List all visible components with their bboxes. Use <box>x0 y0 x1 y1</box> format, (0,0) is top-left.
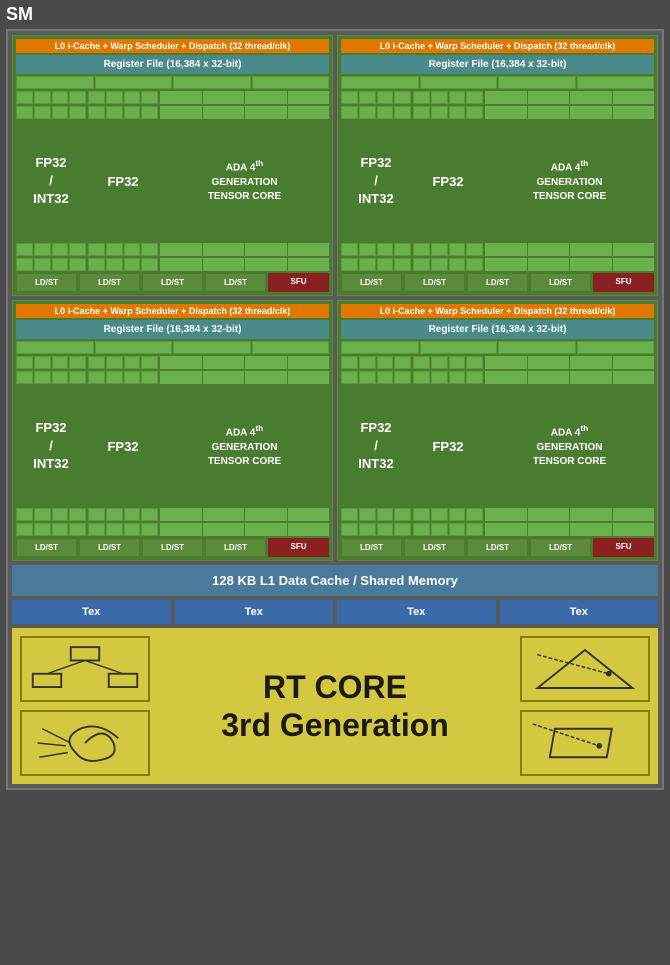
bvh-tree-icon <box>28 644 142 694</box>
ldst-3-q1: LD/ST <box>142 273 203 292</box>
fp32-int32-label-q2: FP32/INT32 <box>358 154 393 209</box>
quadrant-bottom-left: L0 i-Cache + Warp Scheduler + Dispatch (… <box>12 300 333 561</box>
ldst-1-q2: LD/ST <box>341 273 402 292</box>
quadrant-top-right: L0 i-Cache + Warp Scheduler + Dispatch (… <box>337 35 658 296</box>
l1-cache-bar: 128 KB L1 Data Cache / Shared Memory <box>12 565 658 596</box>
tex-4: Tex <box>500 600 659 624</box>
ldst-3-q3: LD/ST <box>142 538 203 557</box>
sfu-q3: SFU <box>268 538 329 557</box>
ada-label-q3: ADA 4thGENERATIONTENSOR CORE <box>208 423 281 468</box>
l0-header-q3: L0 i-Cache + Warp Scheduler + Dispatch (… <box>16 304 329 318</box>
sfu-q1: SFU <box>268 273 329 292</box>
quadrant-bottom-right: L0 i-Cache + Warp Scheduler + Dispatch (… <box>337 300 658 561</box>
ldst-3-q2: LD/ST <box>467 273 528 292</box>
rt-icon-box-tr <box>520 636 650 702</box>
ldst-4-q1: LD/ST <box>205 273 266 292</box>
ada-label-q2: ADA 4thGENERATIONTENSOR CORE <box>533 158 606 203</box>
sfu-q2: SFU <box>593 273 654 292</box>
fp32-int32-label-q4: FP32/INT32 <box>358 419 393 474</box>
ldst-2-q1: LD/ST <box>79 273 140 292</box>
l0-header-q1: L0 i-Cache + Warp Scheduler + Dispatch (… <box>16 39 329 53</box>
fp32-label-q4: FP32 <box>432 439 463 454</box>
l0-header-q4: L0 i-Cache + Warp Scheduler + Dispatch (… <box>341 304 654 318</box>
quadrants-grid: L0 i-Cache + Warp Scheduler + Dispatch (… <box>12 35 658 561</box>
ldst-2-q3: LD/ST <box>79 538 140 557</box>
quadrant-top-left: L0 i-Cache + Warp Scheduler + Dispatch (… <box>12 35 333 296</box>
ldst-2-q2: LD/ST <box>404 273 465 292</box>
outer-container: L0 i-Cache + Warp Scheduler + Dispatch (… <box>6 29 664 790</box>
register-file-q1: Register File (16,384 x 32-bit) <box>16 55 329 74</box>
rt-core-label: RT CORE 3rd Generation <box>150 668 520 745</box>
rt-core-section: RT CORE 3rd Generation <box>12 628 658 784</box>
register-file-q3: Register File (16,384 x 32-bit) <box>16 320 329 339</box>
ldst-4-q2: LD/ST <box>530 273 591 292</box>
ldst-3-q4: LD/ST <box>467 538 528 557</box>
ldst-1-q3: LD/ST <box>16 538 77 557</box>
rt-icon-left <box>20 636 150 776</box>
l0-header-q2: L0 i-Cache + Warp Scheduler + Dispatch (… <box>341 39 654 53</box>
tex-row: Tex Tex Tex Tex <box>12 600 658 624</box>
ldst-1-q4: LD/ST <box>341 538 402 557</box>
rt-icon-right <box>520 636 650 776</box>
rt-icon-box-tl <box>20 636 150 702</box>
register-file-q2: Register File (16,384 x 32-bit) <box>341 55 654 74</box>
tex-3: Tex <box>337 600 496 624</box>
register-file-q4: Register File (16,384 x 32-bit) <box>341 320 654 339</box>
fp32-label-q3: FP32 <box>107 439 138 454</box>
ada-label-q1: ADA 4thGENERATIONTENSOR CORE <box>208 158 281 203</box>
fp32-int32-label-q3: FP32/INT32 <box>33 419 68 474</box>
ldst-4-q4: LD/ST <box>530 538 591 557</box>
box-ray-icon <box>528 718 642 768</box>
tex-1: Tex <box>12 600 171 624</box>
sm-label: SM <box>0 0 670 29</box>
triangle-ray-icon <box>528 644 642 694</box>
fp32-int32-label-q1: FP32/INT32 <box>33 154 68 209</box>
rt-icon-box-br <box>520 710 650 776</box>
fp32-label-q2: FP32 <box>432 174 463 189</box>
spiral-icon <box>28 718 142 768</box>
fp32-label-q1: FP32 <box>107 174 138 189</box>
ldst-2-q4: LD/ST <box>404 538 465 557</box>
ada-label-q4: ADA 4thGENERATIONTENSOR CORE <box>533 423 606 468</box>
tex-2: Tex <box>175 600 334 624</box>
ldst-4-q3: LD/ST <box>205 538 266 557</box>
ldst-1-q1: LD/ST <box>16 273 77 292</box>
rt-icon-box-bl <box>20 710 150 776</box>
sfu-q4: SFU <box>593 538 654 557</box>
